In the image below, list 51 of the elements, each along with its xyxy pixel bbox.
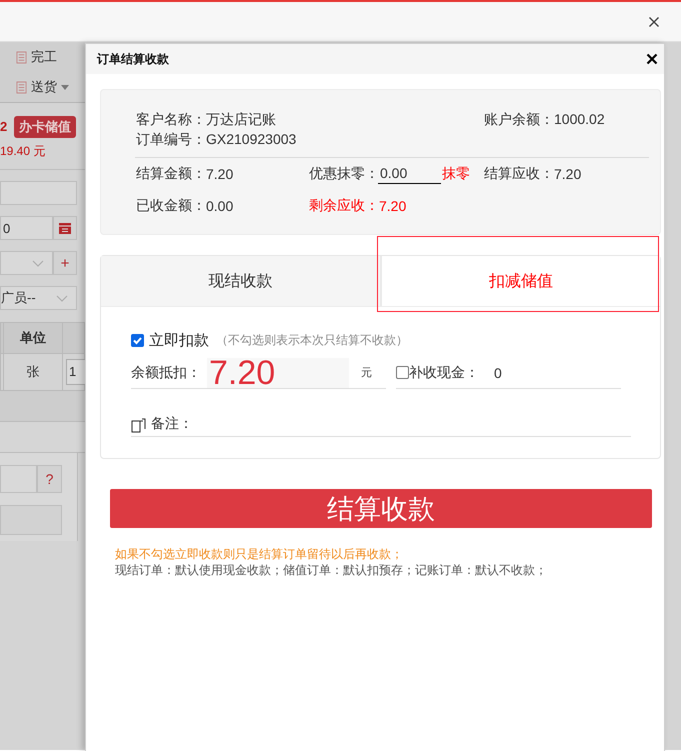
field-label: 结算金额： xyxy=(136,165,206,183)
input-field[interactable] xyxy=(0,181,77,205)
unit-text: 元 xyxy=(361,366,372,380)
round-off-link[interactable]: 抹零 xyxy=(442,165,470,183)
field-value: 0.00 xyxy=(206,198,234,214)
dialog-title: 订单结算收款 xyxy=(97,50,169,68)
document-icon xyxy=(16,50,27,64)
chevron-icon xyxy=(56,294,68,302)
field-label: 补收现金： xyxy=(409,364,479,382)
select-field[interactable] xyxy=(0,251,53,275)
field-value: 7.20 xyxy=(554,166,582,182)
checkbox[interactable] xyxy=(396,366,409,379)
stored-value-button[interactable]: 办卡储值 xyxy=(14,116,76,138)
add-button[interactable]: + xyxy=(53,251,77,275)
checkbox[interactable] xyxy=(131,334,144,346)
hint-text: （不勾选则表示本次只结算不收款） xyxy=(216,332,408,348)
amount-text: 19.40 元 xyxy=(0,144,46,158)
select-field[interactable]: 广员-- xyxy=(0,286,77,310)
input-field[interactable] xyxy=(0,505,62,535)
caret-icon xyxy=(61,84,69,90)
close-icon[interactable] xyxy=(648,16,660,28)
note-text: 如果不勾选立即收款则只是结算订单留待以后再收款； xyxy=(115,547,403,561)
info-text: 订单编号：GX210923003 xyxy=(136,130,298,149)
help-button[interactable]: ? xyxy=(37,465,62,493)
field-label: 优惠抹零： xyxy=(309,165,379,183)
field-label: 剩余应收： xyxy=(309,197,379,215)
discount-field[interactable]: 0.00 xyxy=(378,164,441,184)
info-text: 账户余额：1000.02 xyxy=(484,110,605,129)
close-icon[interactable] xyxy=(646,53,658,65)
field-label: 余额抵扣： xyxy=(131,364,201,382)
deduct-amount-field[interactable]: 7.20 xyxy=(207,358,349,388)
cash-field[interactable]: 0 xyxy=(494,364,502,380)
date-field[interactable]: 0 xyxy=(0,216,53,240)
field-value: 7.20 xyxy=(206,166,234,182)
tab[interactable]: 现结收款 xyxy=(101,256,380,306)
input-field[interactable] xyxy=(0,465,37,493)
count-text: 2 xyxy=(0,119,8,134)
field-label: 已收金额： xyxy=(136,197,206,215)
submit-button[interactable]: 结算收款 xyxy=(110,489,652,528)
note-text: 现结订单：默认使用现金收款；储值订单：默认扣预存；记账订单：默认不收款； xyxy=(115,563,547,577)
column-header: 单位 xyxy=(4,322,62,354)
field-label: 结算应收： xyxy=(484,165,554,183)
tab[interactable]: 扣减储值 xyxy=(380,256,660,306)
calendar-icon[interactable] xyxy=(58,221,72,235)
field-value: 7.20 xyxy=(379,198,406,214)
field-label: 备注： xyxy=(151,415,193,433)
checkbox-label: 立即扣款 xyxy=(149,330,209,350)
document-icon xyxy=(131,418,147,433)
chevron-icon xyxy=(32,260,44,266)
info-text: 客户名称：万达店记账 xyxy=(136,110,277,129)
quantity-field[interactable]: 1 xyxy=(66,359,85,385)
